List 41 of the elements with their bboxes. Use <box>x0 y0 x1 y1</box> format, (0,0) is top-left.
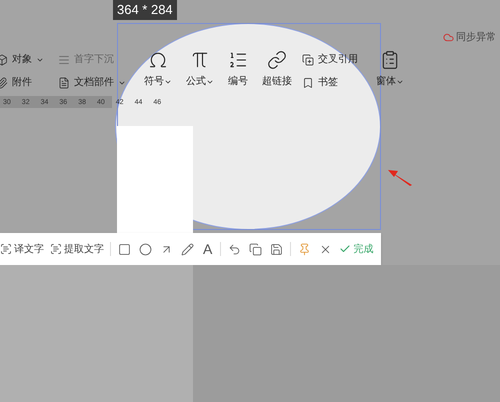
ribbon-button[interactable]: 编号 <box>224 50 252 89</box>
ribbon-button[interactable]: 窗体 <box>372 50 408 89</box>
cloud-icon <box>443 32 454 42</box>
copy-icon <box>249 242 262 256</box>
sync-status[interactable]: 同步异常 <box>443 28 496 46</box>
bookmark-icon <box>302 76 314 88</box>
pin-icon <box>298 242 312 256</box>
save-tool-button[interactable] <box>269 242 284 256</box>
numbered-list-icon <box>228 50 248 70</box>
ribbon-button[interactable]: 书签 <box>302 75 358 90</box>
circle-icon <box>139 242 152 256</box>
save-icon <box>270 242 284 256</box>
document-icon <box>58 76 70 88</box>
rectangle-icon <box>118 242 131 256</box>
form-icon <box>380 50 400 70</box>
check-icon <box>339 243 352 255</box>
ribbon-button[interactable]: 附件 <box>0 75 44 90</box>
ribbon-button[interactable]: 符号 <box>140 50 176 89</box>
cross-reference-icon <box>302 54 314 66</box>
ribbon-button[interactable]: 交叉引用 <box>302 52 358 67</box>
circle-tool-button[interactable] <box>138 242 153 256</box>
rectangle-tool-button[interactable] <box>117 242 132 256</box>
scan-icon <box>50 243 62 255</box>
text-tool-button[interactable]: A <box>201 238 214 260</box>
pi-icon <box>190 50 210 70</box>
toolbar-button[interactable]: 提取文字 <box>50 242 104 256</box>
ribbon-button[interactable]: 文档部件 <box>58 75 126 90</box>
ribbon-button[interactable]: 对象 <box>0 52 44 67</box>
ribbon-button[interactable]: 公式 <box>182 50 218 89</box>
undo-icon <box>228 242 242 256</box>
omega-icon <box>148 50 168 70</box>
lines-icon <box>58 54 70 66</box>
copy-tool-button[interactable] <box>248 242 264 256</box>
link-icon <box>267 50 287 70</box>
selection-size-label: 364 * 284 <box>113 0 177 20</box>
scan-icon <box>0 243 12 255</box>
pencil-icon <box>181 242 194 256</box>
pencil-tool-button[interactable] <box>180 242 195 256</box>
ribbon-button[interactable]: 超链接 <box>258 50 296 89</box>
toolbar-button[interactable]: 译文字 <box>0 242 44 256</box>
arrow-drawing <box>386 167 414 187</box>
